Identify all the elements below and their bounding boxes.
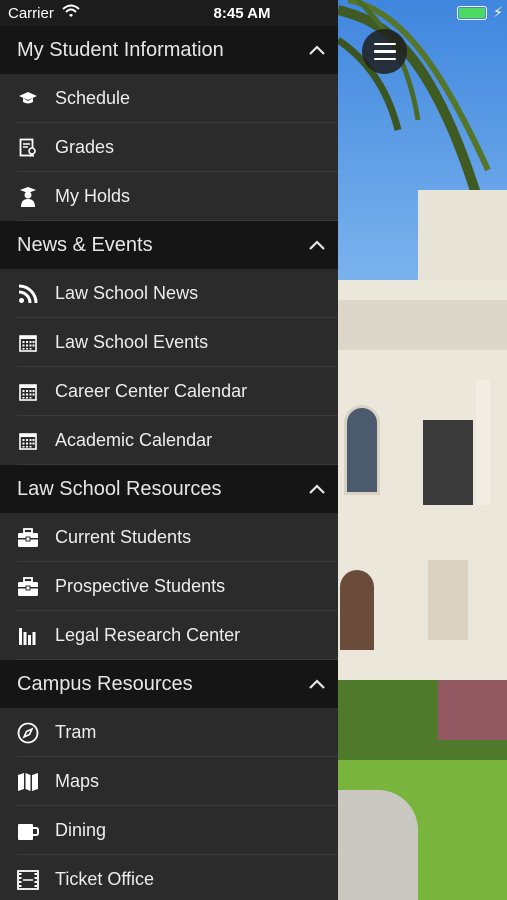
- section-title: My Student Information: [17, 38, 224, 61]
- film-icon: [17, 869, 39, 891]
- section-header[interactable]: My Student Information: [0, 26, 338, 74]
- section-header[interactable]: Campus Resources: [0, 660, 338, 708]
- hamburger-line: [373, 50, 396, 53]
- map-icon: [17, 771, 39, 793]
- menu-item[interactable]: Law School Events: [0, 318, 338, 367]
- status-time: 8:45 AM: [213, 5, 271, 22]
- menu-item[interactable]: Legal Research Center: [0, 611, 338, 660]
- menu-item[interactable]: Career Center Calendar: [0, 367, 338, 416]
- menu-item[interactable]: Dining: [0, 806, 338, 855]
- menu-item-label: Tram: [55, 722, 97, 742]
- menu-item-label: Law School Events: [55, 332, 209, 352]
- menu-item[interactable]: Law School News: [0, 269, 338, 318]
- chevron-up-icon[interactable]: [306, 478, 328, 500]
- menu-item[interactable]: Grades: [0, 123, 338, 172]
- menu-item[interactable]: Ticket Office: [0, 855, 338, 900]
- status-bar: Carrier 8:45 AM ⚡: [0, 0, 507, 26]
- menu-item-label: Dining: [55, 820, 107, 840]
- navigation-drawer: My Student Information Schedule Grades My H…: [0, 26, 338, 900]
- menu-item-label: Schedule: [55, 88, 131, 108]
- rss-icon: [17, 283, 39, 305]
- hamburger-line: [373, 42, 396, 46]
- section-header[interactable]: Law School Resources: [0, 465, 338, 513]
- menu-item-label: Maps: [55, 771, 100, 791]
- library-icon: [17, 625, 39, 647]
- hamburger-line: [373, 57, 396, 61]
- menu-item-label: Grades: [55, 137, 115, 157]
- menu-item-label: Ticket Office: [55, 869, 155, 889]
- chevron-up-icon[interactable]: [306, 673, 328, 695]
- menu-item[interactable]: My Holds: [0, 172, 338, 221]
- menu-item-label: Current Students: [55, 527, 192, 547]
- menu-item[interactable]: Maps: [0, 757, 338, 806]
- mug-icon: [17, 820, 39, 842]
- calendar-icon: [17, 332, 39, 354]
- briefcase-icon: [17, 576, 39, 598]
- section-title: News & Events: [17, 233, 153, 256]
- menu-item-label: My Holds: [55, 186, 131, 206]
- graduate-user-icon: [17, 186, 39, 208]
- menu-item-label: Academic Calendar: [55, 430, 213, 450]
- menu-item[interactable]: Prospective Students: [0, 562, 338, 611]
- menu-toggle-button[interactable]: [362, 29, 407, 74]
- section-title: Law School Resources: [17, 477, 222, 500]
- menu-item-label: Prospective Students: [55, 576, 226, 596]
- section-header[interactable]: News & Events: [0, 221, 338, 269]
- calendar-icon: [17, 381, 39, 403]
- menu-item[interactable]: Schedule: [0, 74, 338, 123]
- graduation-cap-icon: [17, 88, 39, 110]
- menu-item[interactable]: Current Students: [0, 513, 338, 562]
- certificate-icon: [17, 137, 39, 159]
- calendar-icon: [17, 430, 39, 452]
- chevron-up-icon[interactable]: [306, 39, 328, 61]
- menu-item-label: Career Center Calendar: [55, 381, 248, 401]
- menu-item[interactable]: Academic Calendar: [0, 416, 338, 465]
- charging-icon: ⚡: [493, 4, 503, 20]
- battery-icon: [457, 6, 487, 20]
- background-photo: [338, 0, 507, 900]
- chevron-up-icon[interactable]: [306, 234, 328, 256]
- compass-icon: [17, 722, 39, 744]
- menu-item-label: Law School News: [55, 283, 199, 303]
- menu-item-label: Legal Research Center: [55, 625, 241, 645]
- briefcase-icon: [17, 527, 39, 549]
- menu-item[interactable]: Tram: [0, 708, 338, 757]
- section-title: Campus Resources: [17, 672, 193, 695]
